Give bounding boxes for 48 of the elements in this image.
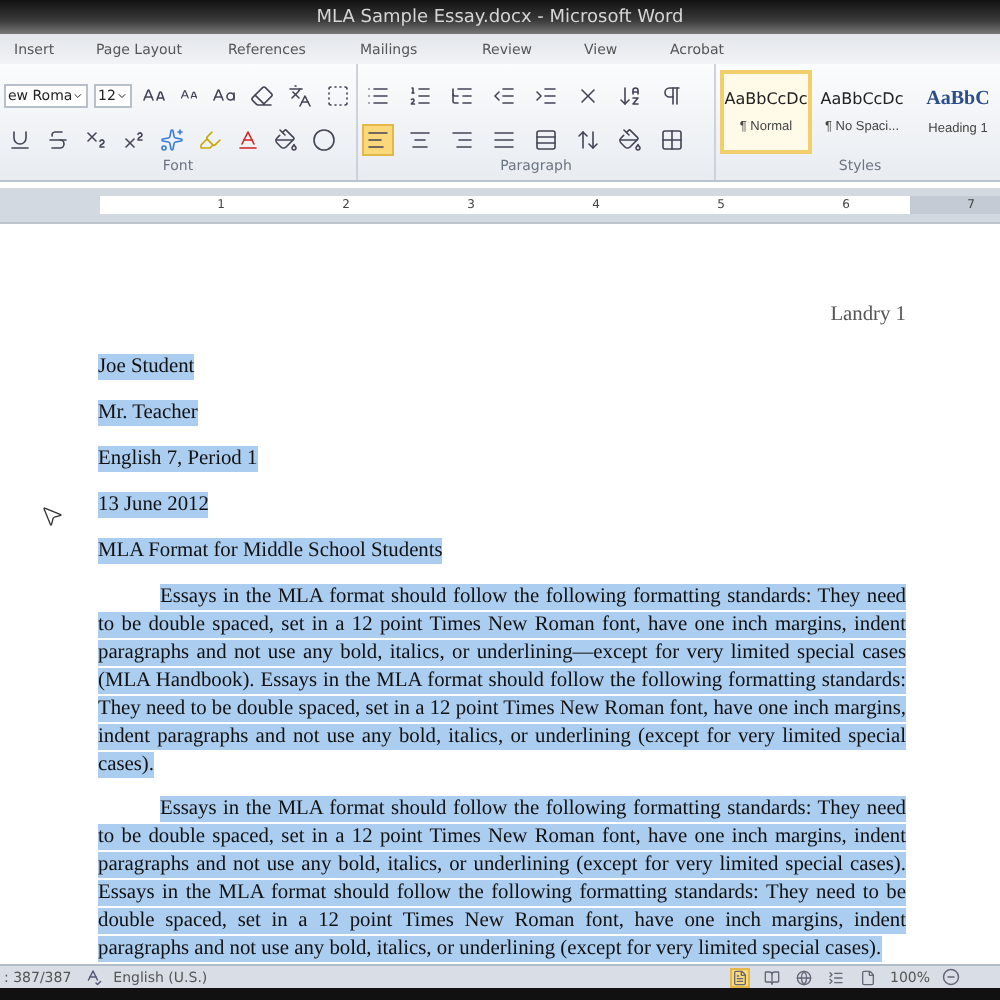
line-spacing-icon [576, 127, 600, 151]
clear-formatting-icon [249, 83, 274, 107]
style-preview: AaBbC [926, 88, 990, 110]
text-effects-icon [160, 127, 184, 151]
align-center-icon [408, 127, 432, 151]
view-button[interactable] [729, 967, 750, 987]
grow-font-icon [141, 83, 166, 107]
phonetic-guide-icon [287, 83, 312, 107]
view-button[interactable] [793, 967, 814, 987]
underline-icon [8, 127, 32, 151]
multilevel-list-icon [450, 83, 474, 107]
sort-icon [618, 83, 642, 107]
subscript-icon [84, 127, 108, 151]
dropdown-caret-icon [115, 89, 128, 101]
increase-indent-icon [534, 83, 558, 107]
justify-icon [492, 127, 516, 151]
text-effects-button[interactable] [156, 123, 188, 155]
proofing-icon[interactable] [83, 968, 102, 986]
shading-button[interactable] [270, 123, 302, 155]
view-button[interactable] [825, 967, 846, 987]
character-border-icon [325, 83, 350, 107]
page-header: Landry 1 [828, 304, 906, 326]
align-right-icon [450, 127, 474, 151]
strikethrough-icon [46, 127, 70, 151]
align-left-button[interactable] [362, 123, 394, 155]
numbering-icon [408, 83, 432, 107]
view-button[interactable] [761, 967, 782, 987]
style-preview: AaBbCcDc [724, 90, 808, 108]
document-paragraph: Essays in the MLA format should follow the following formatting standards: They need to be double spaced, set in a 12 point Times New Roman font, have one inch margins, indent paragraphs and not use any bold, italics, or underlining (except for very limited special cases). Essays in the MLA format should follow the following formatting standards: They need to be double spaced, set in a 12 point Times New Roman font, have one inch margins, indent paragraphs and not use any bold, italics, or underlining (except for very limited special cases). [98, 796, 906, 964]
font-color-icon [236, 127, 260, 151]
shrink-font-icon [179, 86, 198, 104]
dropdown-caret-icon [72, 89, 84, 101]
borders-icon [660, 127, 684, 151]
decrease-indent-icon [492, 83, 516, 107]
window-title: MLA Sample Essay.docx - Microsoft Word [316, 7, 684, 27]
shading-button[interactable] [614, 123, 646, 155]
shading-icon [274, 127, 298, 151]
zoom-out-icon[interactable] [942, 968, 960, 986]
superscript-icon [122, 127, 146, 151]
view-button[interactable] [857, 967, 878, 987]
mouse-pointer-icon [40, 504, 64, 528]
style-preview: AaBbCcDc [820, 90, 904, 108]
align-left-icon [366, 127, 390, 151]
highlight-icon [198, 127, 222, 151]
shading-icon [618, 127, 642, 151]
show-marks-icon [660, 83, 684, 107]
document-paragraph: Essays in the MLA format should follow the following formatting standards: They need to be double spaced, set in a 12 point Times New Roman font, have one inch margins, indent paragraphs and not use any bold, italics, or underlining—except for very limited special cases (MLA Handbook). Essays in the MLA format should follow the following formatting standards: They need to be double spaced, set in a 12 point Times New Roman font, have one inch margins, indent paragraphs and not use any bold, italics, or underlining (except for very limited special cases). [98, 584, 906, 780]
change-case-icon [211, 83, 236, 107]
